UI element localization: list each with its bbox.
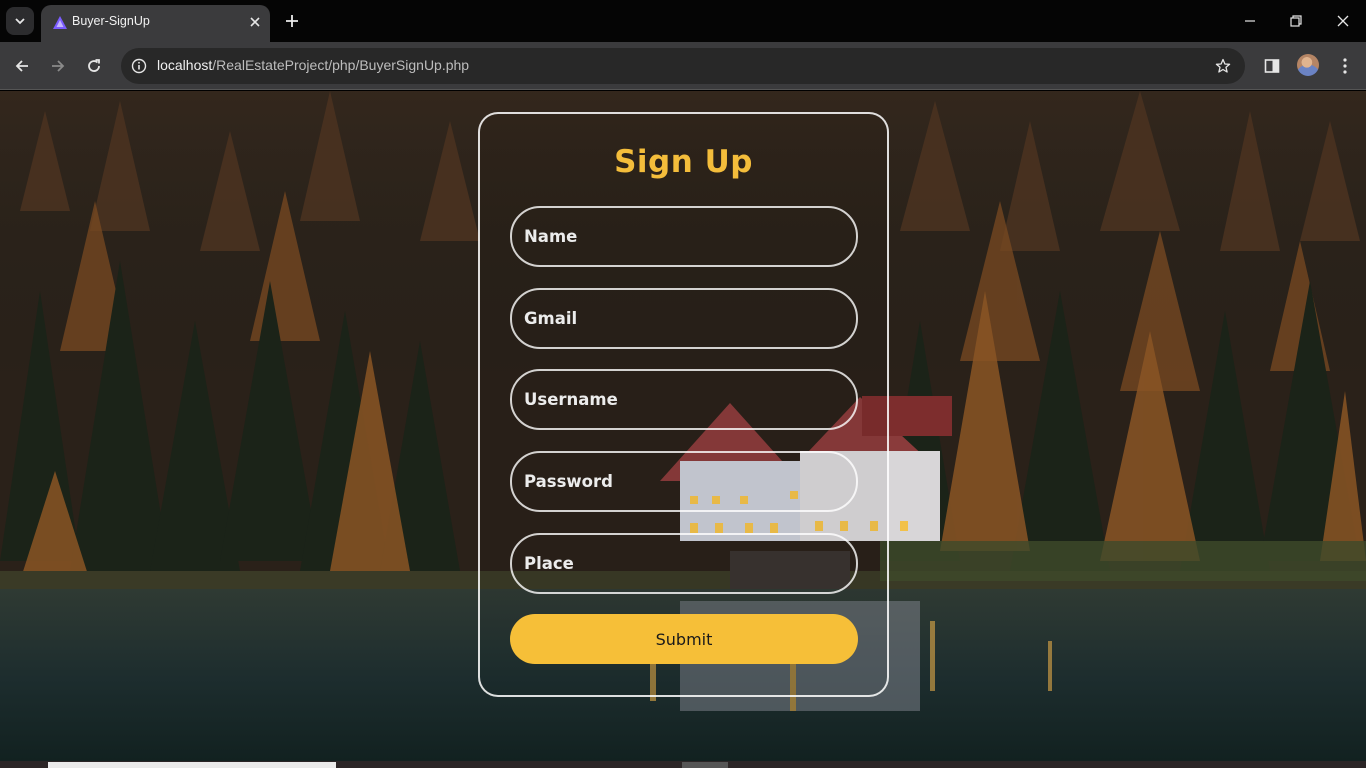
tab-title: Buyer-SignUp bbox=[72, 14, 150, 28]
submit-button[interactable]: Submit bbox=[510, 614, 858, 664]
forward-arrow-icon bbox=[52, 60, 65, 72]
page-title: Sign Up bbox=[614, 144, 753, 180]
avatar[interactable] bbox=[1297, 54, 1319, 76]
chevron-down-icon bbox=[15, 18, 25, 25]
url-text[interactable]: localhost/RealEstateProject/php/BuyerSig… bbox=[157, 57, 469, 73]
password-input[interactable] bbox=[510, 451, 858, 512]
back-button[interactable] bbox=[10, 54, 34, 78]
address-bar[interactable]: localhost/RealEstateProject/php/BuyerSig… bbox=[121, 48, 1245, 84]
url-host: localhost bbox=[157, 57, 213, 73]
triangle-logo-icon bbox=[53, 16, 67, 29]
info-icon bbox=[131, 58, 147, 74]
tab-close-button[interactable] bbox=[247, 14, 263, 30]
gmail-input[interactable] bbox=[510, 288, 858, 349]
new-tab-button[interactable] bbox=[282, 11, 302, 31]
browser-menu-button[interactable] bbox=[1333, 54, 1357, 78]
name-input[interactable] bbox=[510, 206, 858, 267]
close-icon bbox=[1337, 15, 1349, 27]
active-tab[interactable]: Buyer-SignUp bbox=[41, 5, 270, 42]
forward-button[interactable] bbox=[46, 54, 70, 78]
url-path: /RealEstateProject/php/BuyerSignUp.php bbox=[212, 57, 470, 73]
tab-strip: Buyer-SignUp bbox=[0, 0, 1366, 42]
taskbar-thumbnail bbox=[682, 762, 728, 768]
reload-icon bbox=[88, 59, 100, 72]
taskbar-thumbnail bbox=[48, 762, 336, 768]
signup-form: Sign Up Submit bbox=[478, 112, 889, 697]
plus-icon bbox=[286, 15, 298, 27]
restore-button[interactable] bbox=[1286, 11, 1306, 31]
restore-icon bbox=[1290, 15, 1302, 27]
back-arrow-icon bbox=[15, 60, 28, 72]
bookmark-button[interactable] bbox=[1213, 56, 1233, 76]
site-info-button[interactable] bbox=[129, 56, 149, 76]
side-panel-icon bbox=[1264, 59, 1280, 73]
tab-search-button[interactable] bbox=[6, 7, 34, 35]
close-icon bbox=[250, 17, 260, 27]
page-viewport: Sign Up Submit bbox=[0, 91, 1366, 768]
side-panel-button[interactable] bbox=[1260, 54, 1284, 78]
reload-button[interactable] bbox=[82, 54, 106, 78]
browser-toolbar: localhost/RealEstateProject/php/BuyerSig… bbox=[0, 42, 1366, 90]
minimize-button[interactable] bbox=[1240, 11, 1260, 31]
username-input[interactable] bbox=[510, 369, 858, 430]
star-icon bbox=[1215, 58, 1231, 73]
minimize-icon bbox=[1245, 20, 1255, 22]
close-window-button[interactable] bbox=[1333, 11, 1353, 31]
place-input[interactable] bbox=[510, 533, 858, 594]
kebab-menu-icon bbox=[1343, 58, 1347, 74]
